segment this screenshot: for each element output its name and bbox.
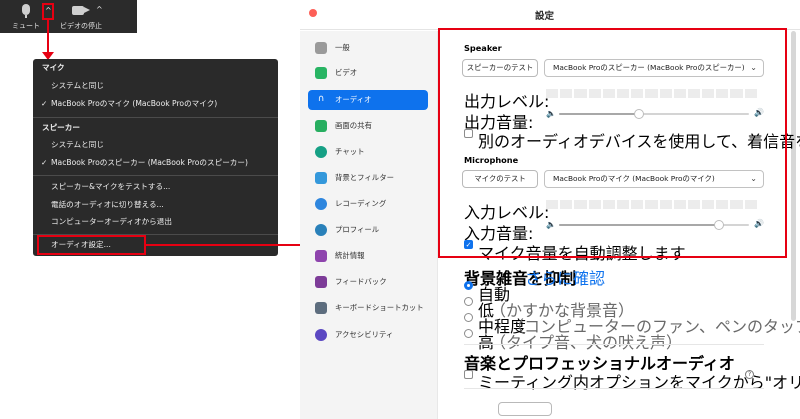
menu-mic-heading: マイク: [42, 63, 65, 72]
check-icon: ✓: [41, 158, 48, 167]
gear-icon: [315, 42, 327, 54]
meeting-toolbar: ミュート ^ ビデオの停止 ^: [0, 0, 137, 33]
screenshot-root: ミュート ^ ビデオの停止 ^ マイク システムと同じ ✓ MacBook Pr…: [0, 0, 800, 419]
sidebar-item-feedback[interactable]: フィードバック: [308, 272, 428, 292]
sidebar-item-general[interactable]: 一般: [308, 38, 428, 58]
sidebar-item-label: オーディオ: [335, 95, 372, 104]
sidebar-item-video[interactable]: ビデオ: [308, 63, 428, 83]
sidebar-item-profile[interactable]: プロフィール: [308, 220, 428, 240]
section-divider: [464, 388, 764, 389]
bar-chart-icon: [315, 250, 327, 262]
menu-leave-computer-audio[interactable]: コンピューターオーディオから退出: [51, 215, 278, 229]
noise-radio-medium[interactable]: [464, 313, 473, 322]
menu-speaker-macbook[interactable]: ✓ MacBook Proのスピーカー (MacBook Proのスピーカー): [41, 156, 278, 170]
person-background-icon: [315, 172, 327, 184]
sidebar-item-label: 一般: [335, 43, 350, 52]
menu-mic-macbook[interactable]: ✓ MacBook Proのマイク (MacBook Proのマイク): [41, 97, 278, 111]
sidebar-item-chat[interactable]: チャット: [308, 142, 428, 162]
sidebar-item-label: キーボードショートカット: [335, 303, 424, 312]
caret-up-icon: ^: [45, 6, 52, 15]
headphones-icon: ∩: [315, 94, 327, 106]
annotation-highlight-speaker-mic: [438, 28, 787, 258]
sidebar-item-label: アクセシビリティ: [335, 330, 394, 339]
partial-control-button[interactable]: [498, 402, 552, 416]
share-screen-icon: [315, 120, 327, 132]
noise-radio-auto[interactable]: [464, 281, 473, 290]
accessibility-icon: [315, 329, 327, 341]
noise-radio-high[interactable]: [464, 329, 473, 338]
video-camera-icon: [72, 6, 84, 15]
help-icon[interactable]: ?: [745, 370, 754, 379]
annotation-highlight-audio-settings: [37, 235, 146, 255]
sidebar-item-statistics[interactable]: 統計情報: [308, 246, 428, 266]
annotation-arrow-line: [47, 19, 49, 53]
menu-divider: [33, 175, 278, 176]
sidebar-item-label: ビデオ: [335, 68, 358, 77]
menu-divider: [33, 117, 278, 118]
video-icon: [315, 67, 327, 79]
sidebar-item-recording[interactable]: レコーディング: [308, 194, 428, 214]
sidebar-item-label: 画面の共有: [335, 121, 372, 130]
noise-radio-low[interactable]: [464, 297, 473, 306]
menu-mic-macbook-label: MacBook Proのマイク (MacBook Proのマイク): [51, 99, 218, 108]
sidebar-item-label: レコーディング: [335, 199, 387, 208]
settings-sidebar: 一般 ビデオ ∩ オーディオ 画面の共有 チャット 背景とフィルター レコーディ…: [300, 31, 438, 419]
video-camera-lens-icon: [84, 7, 90, 13]
learn-more-link[interactable]: さらに確認: [525, 265, 605, 289]
check-icon: ✓: [41, 99, 48, 108]
sidebar-item-share-screen[interactable]: 画面の共有: [308, 116, 428, 136]
menu-speaker-system-same[interactable]: システムと同じ: [51, 138, 278, 152]
microphone-icon: [22, 4, 30, 15]
record-icon: [315, 198, 327, 210]
video-options-caret-icon[interactable]: ^: [96, 5, 103, 14]
section-divider: [464, 344, 764, 345]
sidebar-item-label: チャット: [335, 147, 365, 156]
audio-options-caret-button[interactable]: ^: [42, 3, 54, 20]
menu-speaker-heading: スピーカー: [42, 123, 80, 132]
sidebar-item-background-filters[interactable]: 背景とフィルター: [308, 168, 428, 188]
sidebar-item-label: 背景とフィルター: [335, 173, 394, 182]
feedback-icon: [315, 276, 327, 288]
original-sound-checkbox[interactable]: [464, 370, 473, 379]
sidebar-item-label: プロフィール: [335, 225, 380, 234]
stop-video-label: ビデオの停止: [60, 22, 102, 30]
menu-mic-system-same[interactable]: システムと同じ: [51, 79, 278, 93]
window-title: 設定: [535, 11, 555, 22]
close-window-button[interactable]: [309, 9, 317, 17]
sidebar-item-audio[interactable]: ∩ オーディオ: [308, 90, 428, 110]
chat-bubble-icon: [315, 146, 327, 158]
menu-switch-to-phone[interactable]: 電話のオーディオに切り替える...: [51, 198, 278, 212]
window-titlebar: 設定: [300, 0, 800, 30]
scrollbar[interactable]: [791, 31, 796, 321]
mute-button[interactable]: ミュート: [10, 0, 42, 33]
sidebar-item-label: フィードバック: [335, 277, 387, 286]
microphone-stand-icon: [25, 15, 27, 18]
mute-label: ミュート: [12, 22, 40, 30]
profile-icon: [315, 224, 327, 236]
menu-speaker-macbook-label: MacBook Proのスピーカー (MacBook Proのスピーカー): [51, 158, 248, 167]
sidebar-item-label: 統計情報: [335, 251, 365, 260]
sidebar-item-accessibility[interactable]: アクセシビリティ: [308, 325, 428, 345]
keyboard-icon: [315, 302, 327, 314]
audio-dropdown-menu: マイク システムと同じ ✓ MacBook Proのマイク (MacBook P…: [33, 59, 278, 256]
sidebar-item-keyboard-shortcuts[interactable]: キーボードショートカット: [308, 298, 428, 318]
menu-test-speaker-mic[interactable]: スピーカー&マイクをテストする...: [51, 180, 278, 194]
annotation-arrow-line: [146, 244, 308, 246]
